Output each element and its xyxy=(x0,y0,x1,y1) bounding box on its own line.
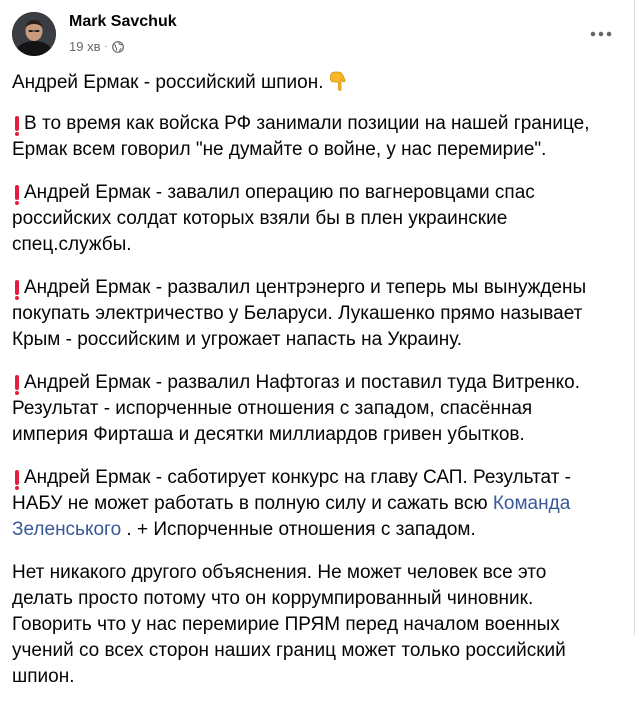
more-options-button[interactable] xyxy=(587,20,615,48)
red-exclamation-icon xyxy=(15,470,19,490)
post-body: Андрей Ермак - российский шпион. В то вр… xyxy=(12,70,612,707)
post-meta: 19 хв · xyxy=(69,39,124,54)
author-name[interactable]: Mark Savchuk xyxy=(69,13,177,31)
post-paragraph: Андрей Ермак - саботирует конкурс на гла… xyxy=(12,465,612,543)
paragraph-text-after: . + Испорченные отношения с западом. xyxy=(126,519,476,540)
post-header: Mark Savchuk 19 хв · xyxy=(12,12,623,60)
lead-text: Андрей Ермак - российский шпион. xyxy=(12,72,324,93)
more-horizontal-icon xyxy=(590,31,612,37)
pointing-down-hand-icon xyxy=(329,71,347,99)
paragraph-text: Андрей Ермак - саботирует конкурс на гла… xyxy=(12,467,572,514)
author-avatar[interactable] xyxy=(12,12,56,56)
post-paragraph: Андрей Ермак - развалил Нафтогаз и поста… xyxy=(12,370,612,448)
facebook-post: Mark Savchuk 19 хв · Андрей Ермак - росс… xyxy=(0,0,635,687)
red-exclamation-icon xyxy=(15,116,19,136)
post-paragraph: Андрей Ермак - развалил центрэнерго и те… xyxy=(12,275,612,353)
meta-separator: · xyxy=(104,41,108,52)
post-closing-paragraph: Нет никакого другого объяснения. Не може… xyxy=(12,562,566,687)
red-exclamation-icon xyxy=(15,280,19,300)
paragraph-text: Андрей Ермак - развалил центрэнерго и те… xyxy=(12,277,587,350)
post-paragraph: Андрей Ермак - завалил операцию по вагне… xyxy=(12,180,612,258)
post-paragraph: В то время как войска РФ занимали позици… xyxy=(12,111,612,163)
avatar-photo xyxy=(12,12,56,56)
paragraph-text: Андрей Ермак - завалил операцию по вагне… xyxy=(12,182,535,255)
globe-icon[interactable] xyxy=(111,40,124,53)
post-lead: Андрей Ермак - российский шпион. xyxy=(12,70,612,99)
red-exclamation-icon xyxy=(15,185,19,205)
paragraph-text: В то время как войска РФ занимали позици… xyxy=(12,113,590,160)
red-exclamation-icon xyxy=(15,375,19,395)
paragraph-text: Андрей Ермак - развалил Нафтогаз и поста… xyxy=(12,372,580,445)
post-timestamp[interactable]: 19 хв xyxy=(69,39,100,54)
